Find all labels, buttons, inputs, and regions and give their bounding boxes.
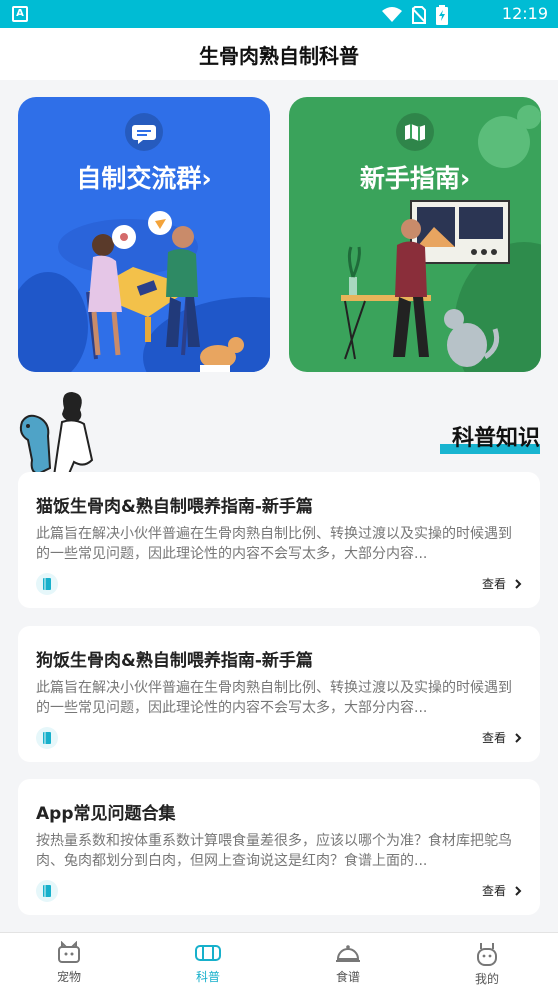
battery-icon xyxy=(436,5,448,25)
nav-item-profile[interactable]: 我的 xyxy=(447,941,527,987)
section-title: 科普知识 xyxy=(451,426,540,451)
nav-label: 我的 xyxy=(474,972,499,986)
book-icon xyxy=(36,573,58,595)
notification-icon: A xyxy=(12,6,28,22)
group-chat-card[interactable]: 自制交流群› xyxy=(18,97,270,372)
nav-label: 科普 xyxy=(195,970,220,984)
nav-label: 食谱 xyxy=(335,970,360,984)
book-icon xyxy=(36,880,58,902)
article-card[interactable]: 猫饭生骨肉&熟自制喂养指南-新手篇 此篇旨在解决小伙伴普遍在生骨肉熟自制比例、转… xyxy=(18,472,540,608)
beginner-guide-card[interactable]: 新手指南› xyxy=(289,97,541,372)
status-bar: A 12:19 xyxy=(0,0,558,28)
view-button[interactable]: 查看 xyxy=(482,575,522,592)
pet-icon xyxy=(58,941,80,963)
article-card[interactable]: 狗饭生骨肉&熟自制喂养指南-新手篇 此篇旨在解决小伙伴普遍在生骨肉熟自制比例、转… xyxy=(18,626,540,762)
nav-item-pets[interactable]: 宠物 xyxy=(29,941,109,985)
chevron-right-icon xyxy=(515,885,522,896)
nav-label: 宠物 xyxy=(56,970,81,984)
section-header: 科普知识 xyxy=(439,420,540,454)
nav-item-science[interactable]: 科普 xyxy=(168,941,248,985)
article-title: 狗饭生骨肉&熟自制喂养指南-新手篇 xyxy=(36,651,313,671)
page-title: 生骨肉熟自制科普 xyxy=(199,44,359,68)
article-card[interactable]: App常见问题合集 按热量系数和按体重系数计算喂食量差很多，应该以哪个为准？食材… xyxy=(18,779,540,915)
bottom-nav: 宠物 科普 食谱 我的 xyxy=(0,932,558,992)
chevron-right-icon xyxy=(515,578,522,589)
no-sim-icon xyxy=(412,6,426,24)
article-description: 按热量系数和按体重系数计算喂食量差很多，应该以哪个为准？食材库把鸵鸟肉、兔肉都划… xyxy=(36,833,512,869)
section-illustration xyxy=(19,392,94,477)
clock: 12:19 xyxy=(501,4,548,23)
book-icon xyxy=(36,727,58,749)
view-button[interactable]: 查看 xyxy=(482,729,522,746)
article-title: App常见问题合集 xyxy=(36,804,176,824)
dish-icon xyxy=(336,945,360,962)
science-icon xyxy=(195,945,221,961)
beginner-guide-label: 新手指南› xyxy=(359,164,471,193)
app-bar: 生骨肉熟自制科普 xyxy=(0,28,558,80)
view-button[interactable]: 查看 xyxy=(482,882,522,899)
wifi-icon xyxy=(382,7,402,22)
map-icon xyxy=(396,113,434,151)
article-description: 此篇旨在解决小伙伴普遍在生骨肉熟自制比例、转换过渡以及实操的时候遇到的一些常见问… xyxy=(36,526,512,562)
article-description: 此篇旨在解决小伙伴普遍在生骨肉熟自制比例、转换过渡以及实操的时候遇到的一些常见问… xyxy=(36,680,512,716)
article-title: 猫饭生骨肉&熟自制喂养指南-新手篇 xyxy=(36,497,313,517)
chat-icon xyxy=(125,113,163,151)
group-chat-label: 自制交流群› xyxy=(76,164,212,193)
chevron-right-icon xyxy=(515,732,522,743)
profile-icon xyxy=(477,943,497,966)
nav-item-recipes[interactable]: 食谱 xyxy=(308,941,388,985)
